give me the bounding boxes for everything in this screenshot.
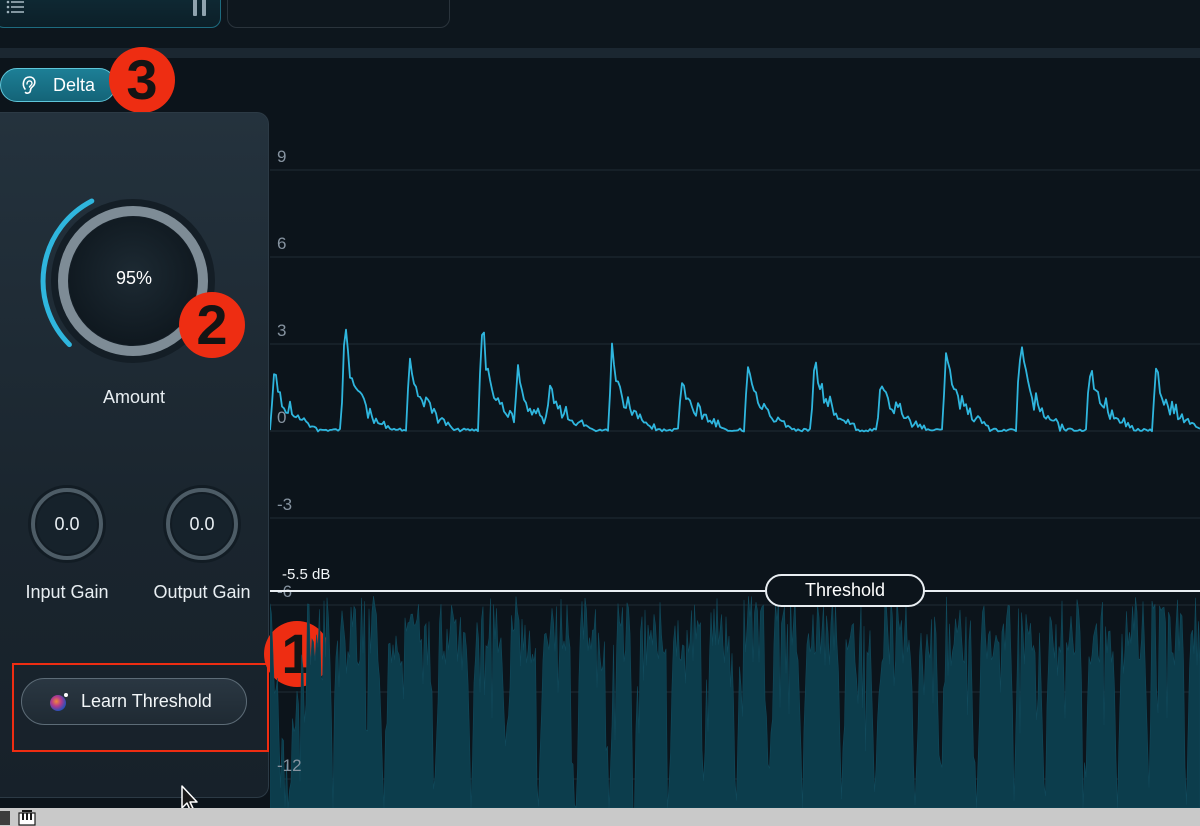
input-gain-value: 0.0	[54, 514, 80, 534]
amount-label: Amount	[102, 387, 166, 407]
delta-button[interactable]: Delta	[0, 68, 116, 102]
learn-orb-icon	[50, 692, 68, 711]
annotation-badge-3: 3	[109, 47, 175, 113]
learn-threshold-label: Learn Threshold	[81, 691, 212, 711]
y-tick-minus-6: -6	[277, 582, 292, 602]
toolbar-slot-button[interactable]	[227, 0, 450, 28]
delta-label: Delta	[53, 74, 96, 95]
y-tick-9: 9	[277, 147, 287, 166]
threshold-graph[interactable]	[270, 112, 1200, 808]
learn-threshold-button[interactable]: Learn Threshold	[21, 678, 247, 725]
threshold-handle[interactable]: Threshold	[765, 574, 925, 607]
gain-reduction-trace	[270, 328, 1200, 433]
bottom-status-bar	[0, 808, 1200, 826]
annotation-badge-2: 2	[179, 292, 245, 358]
threshold-line[interactable]	[270, 590, 1200, 592]
threshold-value: -5.5 dB	[282, 566, 331, 583]
y-tick-minus-12: -12	[277, 756, 302, 775]
input-waveform	[270, 596, 1200, 808]
y-tick-0: 0	[277, 408, 287, 427]
settings-icon[interactable]	[0, 811, 10, 825]
y-tick-6: 6	[277, 234, 287, 253]
preset-list-button[interactable]	[0, 0, 221, 28]
y-tick-minus-3: -3	[277, 495, 293, 514]
list-icon	[6, 0, 24, 14]
amount-value: 95%	[115, 268, 153, 288]
keyboard-icon[interactable]	[18, 810, 36, 826]
output-gain-value: 0.0	[189, 514, 215, 534]
header-divider	[0, 48, 1200, 58]
output-gain-label: Output Gain	[153, 582, 251, 602]
input-gain-label: Input Gain	[25, 582, 109, 602]
ear-icon	[22, 76, 36, 94]
y-tick-3: 3	[277, 321, 287, 340]
pause-icon[interactable]	[193, 0, 207, 18]
